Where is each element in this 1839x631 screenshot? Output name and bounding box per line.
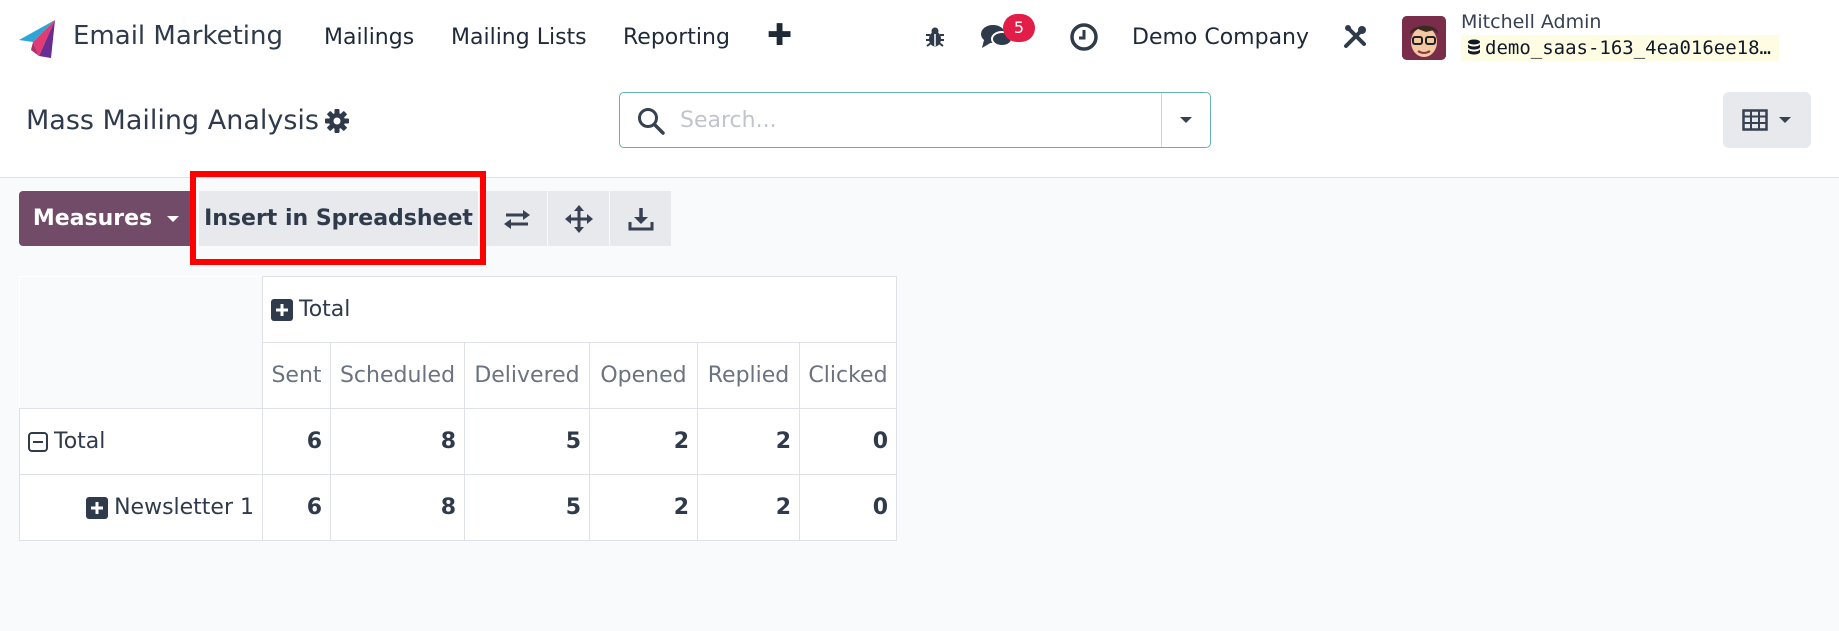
measures-button[interactable]: Measures [19,191,194,246]
minus-square-icon [28,432,48,452]
row-header-total[interactable]: Total [19,408,263,475]
menu-mailings[interactable]: Mailings [324,24,414,52]
menu-mailing-lists[interactable]: Mailing Lists [451,24,587,52]
database-name: demo_saas-163_4ea016ee18… [1485,37,1771,59]
measure-header-sent[interactable]: Sent [262,342,331,409]
cell-value[interactable]: 6 [262,408,331,475]
debug-bug-icon[interactable] [918,20,952,54]
spreadsheet-grid-icon [1742,109,1768,131]
cell-value[interactable]: 6 [262,474,331,541]
view-switcher-button[interactable] [1723,92,1811,148]
cell-value[interactable]: 2 [589,474,698,541]
cell-value[interactable]: 5 [464,474,590,541]
flip-axis-button[interactable] [486,191,547,246]
download-button[interactable] [610,191,671,246]
pivot-corner [19,276,263,409]
search-bar [619,92,1211,148]
cell-value[interactable]: 5 [464,408,590,475]
cell-value[interactable]: 2 [697,474,800,541]
pivot-header-row: Total [19,276,897,409]
measure-header-clicked[interactable]: Clicked [799,342,897,409]
activity-clock-icon[interactable] [1067,20,1101,54]
measure-header-opened[interactable]: Opened [589,342,698,409]
caret-down-icon [167,215,180,222]
table-row: Newsletter 1 6 8 5 2 2 0 [19,474,897,541]
app-name[interactable]: Email Marketing [73,18,283,54]
column-header-total[interactable]: Total [262,276,897,343]
column-header-label: Total [299,297,351,322]
pivot-table: Total Sent Scheduled Delivered Opened Re… [19,276,897,541]
cell-value[interactable]: 8 [330,408,465,475]
plus-square-icon [271,299,293,321]
control-panel: Mass Mailing Analysis [0,74,1839,178]
row-header-newsletter[interactable]: Newsletter 1 [19,474,263,541]
plus-icon[interactable]: ✚ [767,20,792,52]
cell-value[interactable]: 0 [799,408,897,475]
caret-down-icon [1180,117,1192,123]
caret-down-icon [1779,117,1791,123]
gear-icon[interactable] [324,108,350,134]
download-icon [628,207,653,230]
page-title: Mass Mailing Analysis [26,105,319,136]
row-header-label: Newsletter 1 [114,495,254,520]
user-name[interactable]: Mitchell Admin [1461,10,1601,34]
measure-header-scheduled[interactable]: Scheduled [330,342,465,409]
row-header-label: Total [54,429,106,454]
database-tag: demo_saas-163_4ea016ee18… [1461,35,1779,61]
measure-header-delivered[interactable]: Delivered [464,342,590,409]
avatar[interactable] [1402,16,1446,60]
cell-value[interactable]: 2 [589,408,698,475]
measures-label: Measures [32,206,153,231]
company-switcher[interactable]: Demo Company [1132,24,1309,52]
search-input[interactable] [680,102,1130,138]
email-marketing-logo-icon[interactable] [17,18,57,58]
cell-value[interactable]: 2 [697,408,800,475]
search-options-toggle[interactable] [1162,93,1210,147]
messages-badge: 5 [1003,14,1035,42]
settings-tools-icon[interactable] [1338,20,1372,54]
menu-reporting[interactable]: Reporting [623,24,730,52]
insert-in-spreadsheet-button[interactable]: Insert in Spreadsheet [199,191,478,246]
expand-all-button[interactable] [548,191,609,246]
table-row: Total 6 8 5 2 2 0 [19,408,897,475]
flip-axis-icon [503,209,530,229]
cell-value[interactable]: 0 [799,474,897,541]
plus-square-icon [86,497,109,519]
top-navbar: Email Marketing Mailings Mailing Lists R… [0,0,1839,74]
database-icon [1468,39,1480,55]
expand-all-icon [564,204,593,233]
measure-header-replied[interactable]: Replied [697,342,800,409]
search-icon [638,108,665,135]
cell-value[interactable]: 8 [330,474,465,541]
